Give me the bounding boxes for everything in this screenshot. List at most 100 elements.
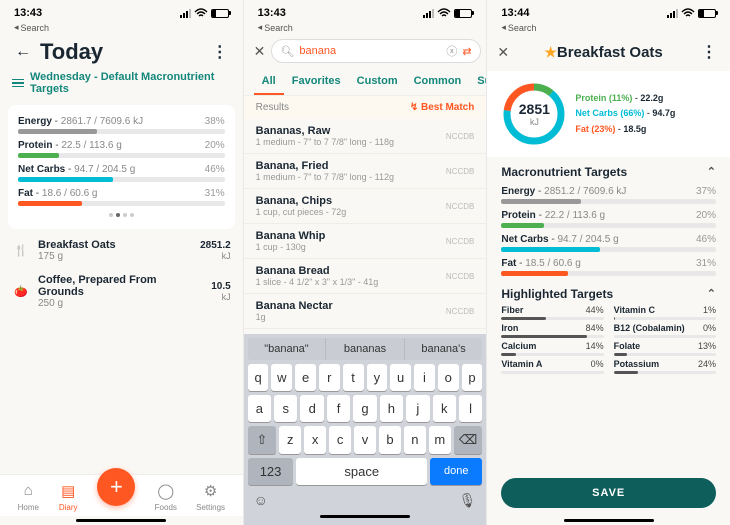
key-e[interactable]: e: [295, 364, 316, 391]
food-item[interactable]: 🍴Breakfast Oats175 g2851.2kJ: [0, 233, 243, 268]
back-to-search[interactable]: ◂ Search: [487, 22, 730, 33]
key-x[interactable]: x: [304, 426, 326, 454]
key-h[interactable]: h: [380, 395, 403, 422]
home-indicator[interactable]: [564, 519, 654, 523]
search-tab[interactable]: All: [254, 69, 284, 95]
search-input[interactable]: [299, 45, 441, 57]
key-q[interactable]: q: [248, 364, 269, 391]
mic-icon[interactable]: 🎙︎: [459, 492, 477, 509]
day-subtitle[interactable]: Wednesday - Default Macronutrient Target…: [0, 71, 243, 101]
results-label: Results: [256, 102, 289, 113]
key-l[interactable]: l: [459, 395, 482, 422]
key-f[interactable]: f: [327, 395, 350, 422]
search-tab[interactable]: Custom: [349, 69, 406, 95]
key-z[interactable]: z: [279, 426, 301, 454]
food-detail-screen: 13:44 ◂ Search ✕ ★Breakfast Oats ⋮ 2851k…: [487, 0, 730, 525]
close-icon[interactable]: ✕: [497, 44, 509, 61]
search-tab[interactable]: Favorites: [284, 69, 349, 95]
key-o[interactable]: o: [438, 364, 459, 391]
key-p[interactable]: p: [462, 364, 483, 391]
search-input-wrapper[interactable]: 🔍︎ ⓧ ⇄: [271, 39, 480, 63]
key-123[interactable]: 123: [248, 458, 294, 485]
macro-row: Fat - 18.5 / 60.6 g31%: [501, 255, 716, 279]
search-icon: 🔍︎: [280, 45, 294, 58]
search-result[interactable]: Banana Whip1 cup - 130gNCCDB: [244, 224, 487, 259]
search-result[interactable]: Banana, Chips1 cup, cut pieces - 72gNCCD…: [244, 189, 487, 224]
key-g[interactable]: g: [353, 395, 376, 422]
highlight-target: Vitamin A0%: [501, 359, 603, 374]
key-r[interactable]: r: [319, 364, 340, 391]
chevron-up-icon[interactable]: ⌃: [707, 287, 716, 301]
highlight-target: B12 (Cobalamin)0%: [614, 323, 716, 338]
suggestion[interactable]: banana's: [405, 338, 483, 360]
more-menu[interactable]: ⋮: [209, 39, 231, 65]
key-c[interactable]: c: [329, 426, 351, 454]
battery-icon: [211, 9, 229, 18]
macro-row: Energy - 2851.2 / 7609.6 kJ37%: [501, 183, 716, 207]
food-item[interactable]: 🍅Coffee, Prepared From Grounds250 g10.5k…: [0, 268, 243, 315]
next-day-arrow[interactable]: →: [80, 40, 102, 64]
key-n[interactable]: n: [404, 426, 426, 454]
key-s[interactable]: s: [274, 395, 297, 422]
search-result[interactable]: Banana, Fried1 medium - 7" to 7 7/8" lon…: [244, 154, 487, 189]
search-tab[interactable]: Su: [469, 69, 486, 95]
highlight-target: Potassium24%: [614, 359, 716, 374]
key-v[interactable]: v: [354, 426, 376, 454]
tab-home[interactable]: ⌂Home: [18, 481, 39, 512]
highlight-target: Fiber44%: [501, 305, 603, 320]
search-tab[interactable]: Common: [406, 69, 470, 95]
highlight-target: Vitamin C1%: [614, 305, 716, 320]
filter-icon[interactable]: ⇄: [462, 45, 471, 58]
key-d[interactable]: d: [300, 395, 323, 422]
search-result[interactable]: Bananas, Raw1 medium - 7" to 7 7/8" long…: [244, 119, 487, 154]
emoji-icon[interactable]: ☺: [254, 492, 268, 509]
back-to-search[interactable]: ◂ Search: [244, 22, 487, 33]
tab-foods[interactable]: ◯Foods: [155, 481, 177, 512]
key-b[interactable]: b: [379, 426, 401, 454]
tab-settings[interactable]: ⚙Settings: [196, 481, 225, 512]
wifi-icon: [194, 8, 208, 18]
signal-icon: [423, 9, 434, 18]
macro-row: Net Carbs - 94.7 / 204.5 g46%: [18, 161, 225, 185]
more-menu[interactable]: ⋮: [698, 39, 720, 65]
key-w[interactable]: w: [271, 364, 292, 391]
tab-diary[interactable]: ▤Diary: [58, 481, 78, 512]
clear-icon[interactable]: ⓧ: [446, 43, 457, 59]
signal-icon: [667, 9, 678, 18]
key-i[interactable]: i: [414, 364, 435, 391]
back-to-search[interactable]: ◂ Search: [0, 22, 243, 33]
save-button[interactable]: SAVE: [501, 478, 716, 508]
key-u[interactable]: u: [390, 364, 411, 391]
key-k[interactable]: k: [433, 395, 456, 422]
home-indicator[interactable]: [76, 519, 166, 523]
food-title: ★Breakfast Oats: [515, 44, 692, 61]
diary-screen: 13:43 ◂ Search ← Today → ⋮ Wednesday - D…: [0, 0, 243, 525]
search-tabs: AllFavoritesCustomCommonSu: [244, 69, 487, 96]
key-space[interactable]: space: [296, 458, 427, 485]
key-a[interactable]: a: [248, 395, 271, 422]
keyboard: "banana"bananasbanana's qwertyuiop asdfgh…: [244, 334, 487, 525]
add-button[interactable]: +: [97, 468, 135, 506]
search-result[interactable]: Banana Nectar1gNCCDB: [244, 294, 487, 329]
search-screen: 13:43 ◂ Search ✕ 🔍︎ ⓧ ⇄ ⦀⦀⦀ AllFavorites…: [244, 0, 487, 525]
key-j[interactable]: j: [406, 395, 429, 422]
battery-icon: [698, 9, 716, 18]
key-shift[interactable]: ⇧: [248, 426, 277, 454]
chevron-up-icon[interactable]: ⌃: [707, 165, 716, 179]
search-result[interactable]: Banana Bread1 slice - 4 1/2" x 3" x 1/3"…: [244, 259, 487, 294]
suggestion[interactable]: bananas: [326, 338, 405, 360]
key-y[interactable]: y: [367, 364, 388, 391]
star-icon[interactable]: ★: [544, 44, 557, 60]
key-m[interactable]: m: [429, 426, 451, 454]
close-icon[interactable]: ✕: [254, 43, 266, 60]
prev-day-arrow[interactable]: ←: [12, 40, 34, 64]
key-backspace[interactable]: ⌫: [454, 426, 483, 454]
key-t[interactable]: t: [343, 364, 364, 391]
sort-best-match[interactable]: ↯ Best Match: [410, 102, 475, 113]
section-highlights: Highlighted Targets: [501, 287, 613, 301]
highlight-target: Calcium14%: [501, 341, 603, 356]
key-done[interactable]: done: [430, 458, 482, 485]
home-indicator[interactable]: [320, 515, 410, 519]
suggestion[interactable]: "banana": [248, 338, 327, 360]
macro-row: Protein - 22.5 / 113.6 g20%: [18, 137, 225, 161]
